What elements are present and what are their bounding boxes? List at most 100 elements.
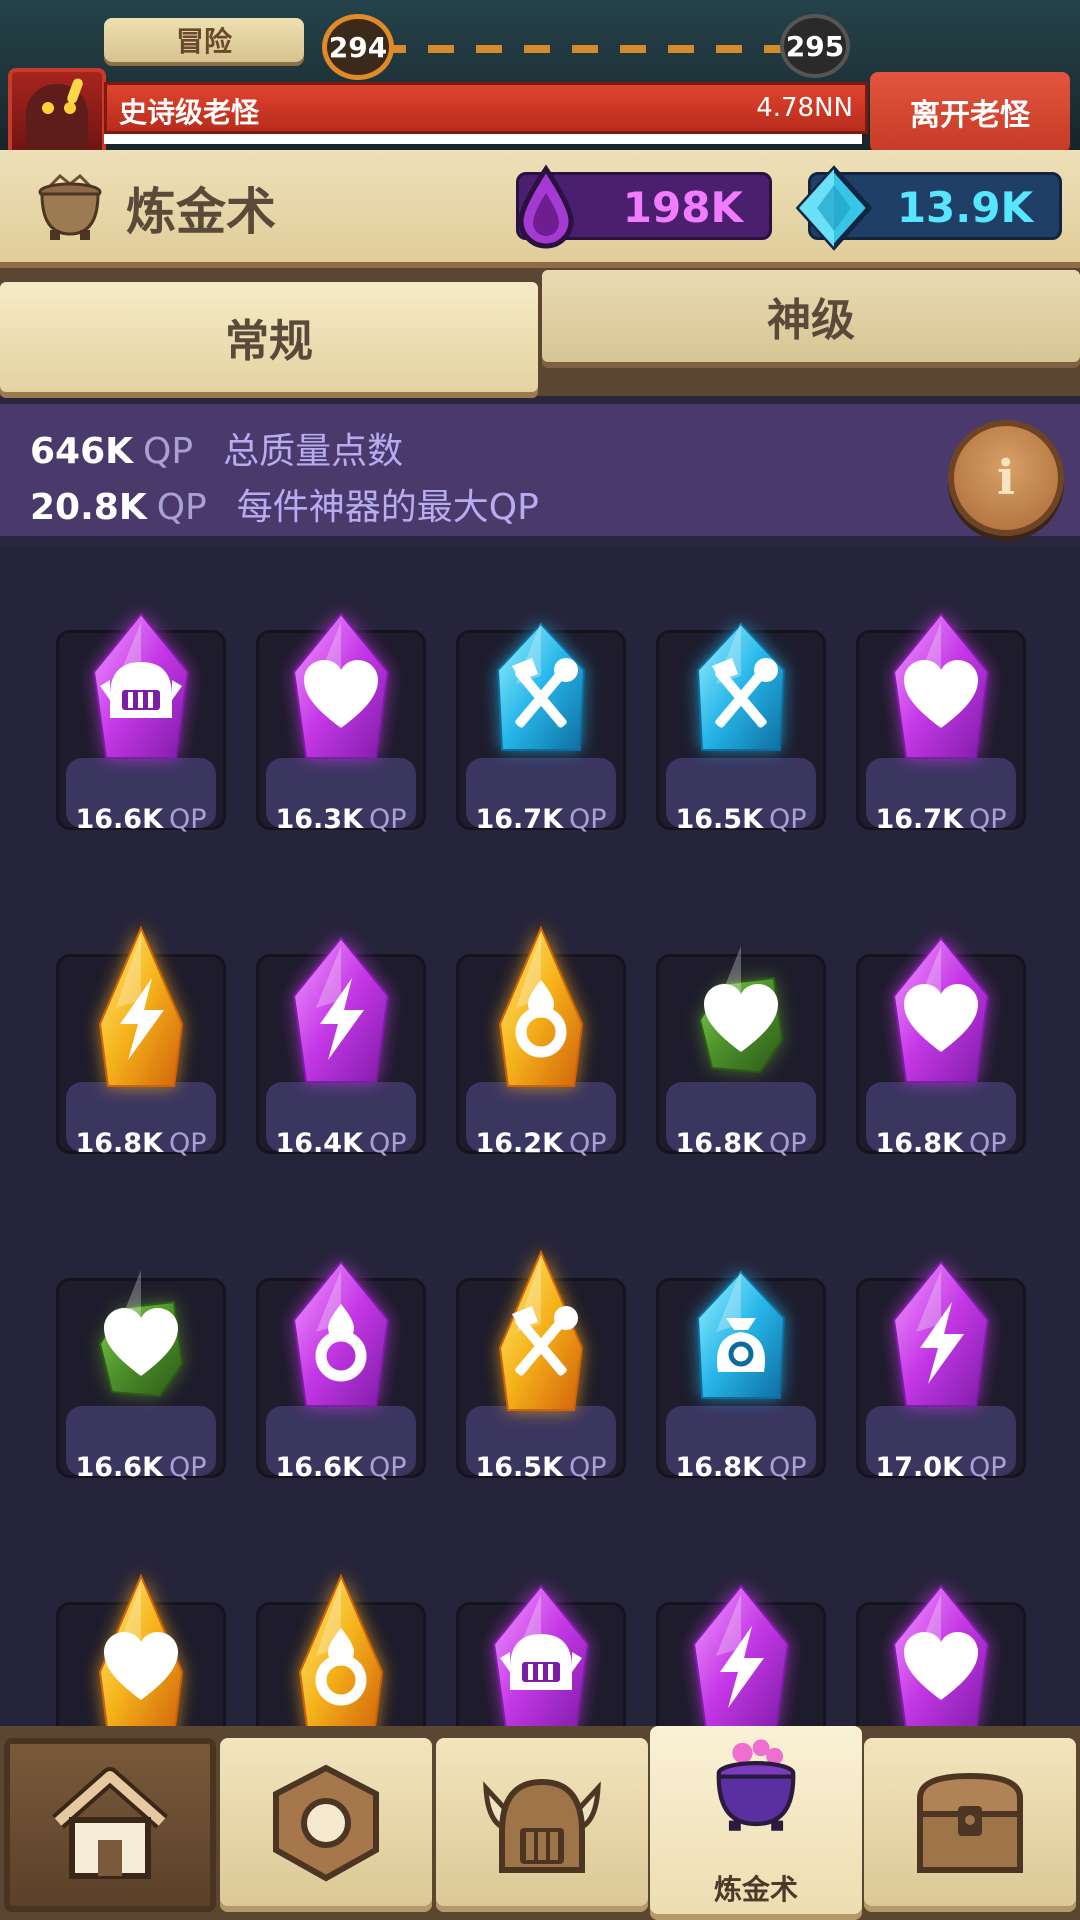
artifact-slot[interactable]: 16.7K QP xyxy=(856,600,1026,870)
artifact-qp-value: 17.0K xyxy=(875,1452,963,1483)
purple-crystal xyxy=(292,936,390,1083)
artifact-qp-unit: QP xyxy=(569,804,607,835)
info-icon: i xyxy=(996,450,1016,506)
boss-name: 史诗级老怪 xyxy=(119,96,260,129)
artifact-qp-unit: QP xyxy=(769,804,807,835)
purple-drop-icon xyxy=(518,164,574,249)
adventure-tab[interactable]: 冒险 xyxy=(104,18,304,62)
artifact-slot[interactable] xyxy=(456,1572,626,1726)
artifact-qp-unit: QP xyxy=(369,1452,407,1483)
purple-crystal xyxy=(892,612,990,759)
artifact-slot[interactable]: 16.5K QP xyxy=(456,1248,626,1518)
alchemy-header: 炼金术 198K 13.9K xyxy=(0,150,1080,268)
purple-crystal xyxy=(292,612,390,759)
gold-crystal xyxy=(298,1573,384,1726)
artifact-qp-value: 16.7K xyxy=(875,804,963,835)
artifact-qp: 16.7K QP xyxy=(456,804,626,835)
artifact-slot[interactable]: 16.8K QP xyxy=(656,1248,826,1518)
artifact-qp-unit: QP xyxy=(369,804,407,835)
artifact-qp-unit: QP xyxy=(169,1452,207,1483)
leave-boss-button[interactable]: 离开老怪 xyxy=(870,72,1070,150)
artifact-slot[interactable] xyxy=(56,1572,226,1726)
nav-heroes[interactable] xyxy=(436,1738,648,1912)
total-qp-value: 646K xyxy=(30,431,134,472)
artifact-slot[interactable]: 16.8K QP xyxy=(656,924,826,1194)
artifact-qp-unit: QP xyxy=(169,804,207,835)
stage-next: 295 xyxy=(780,14,850,78)
nav-home[interactable] xyxy=(4,1738,216,1912)
purple-essence-counter: 198K xyxy=(516,164,772,249)
artifact-qp: 16.6K QP xyxy=(256,1452,426,1483)
purple-crystal xyxy=(292,1260,390,1407)
chest-icon xyxy=(917,1772,1023,1873)
nav-alchemy[interactable]: 炼金术 xyxy=(650,1726,862,1920)
artifact-qp-unit: QP xyxy=(569,1452,607,1483)
stage-current: 294 xyxy=(322,14,394,80)
info-button[interactable]: i xyxy=(948,420,1064,536)
artifact-qp-value: 16.6K xyxy=(275,1452,363,1483)
artifact-qp-unit: QP xyxy=(369,1128,407,1159)
artifact-slot[interactable]: 16.3K QP xyxy=(256,600,426,870)
artifact-qp-value: 16.4K xyxy=(275,1128,363,1159)
purple-crystal xyxy=(692,1584,790,1726)
quality-points-summary: 646K QP 总质量点数 20.8K QP 每件神器的最大QP xyxy=(0,404,1080,536)
artifact-qp: 17.0K QP xyxy=(856,1452,1026,1483)
artifact-qp-value: 16.3K xyxy=(275,804,363,835)
artifact-qp: 16.6K QP xyxy=(56,804,226,835)
max-qp-label: 每件神器的最大QP xyxy=(236,487,539,528)
green-crystal xyxy=(98,1270,184,1398)
purple-crystal xyxy=(492,1584,590,1726)
artifact-qp-value: 16.2K xyxy=(475,1128,563,1159)
artifact-slot[interactable] xyxy=(856,1572,1026,1726)
tab-god[interactable]: 神级 xyxy=(542,270,1080,362)
purple-crystal xyxy=(892,1584,990,1726)
max-qp-value: 20.8K xyxy=(30,487,147,528)
artifact-slot[interactable]: 16.4K QP xyxy=(256,924,426,1194)
artifact-qp: 16.4K QP xyxy=(256,1128,426,1159)
boss-bar: 冒险 294 295 史诗级老怪 4.78NN 离开老怪 xyxy=(0,0,1080,150)
purple-crystal xyxy=(892,1260,990,1407)
nut-icon xyxy=(273,1764,379,1882)
nav-upgrades[interactable] xyxy=(220,1738,432,1912)
artifact-qp-unit: QP xyxy=(969,1128,1007,1159)
green-crystal xyxy=(698,946,784,1074)
diamond-counter: 13.9K xyxy=(795,165,1062,251)
artifact-slot[interactable]: 16.6K QP xyxy=(256,1248,426,1518)
artifact-slot[interactable]: 16.6K QP xyxy=(56,1248,226,1518)
artifact-slot[interactable]: 17.0K QP xyxy=(856,1248,1026,1518)
artifact-qp-unit: QP xyxy=(969,804,1007,835)
artifact-qp: 16.5K QP xyxy=(656,804,826,835)
tab-normal[interactable]: 常规 xyxy=(0,282,538,392)
artifact-qp: 16.3K QP xyxy=(256,804,426,835)
artifact-qp-value: 16.8K xyxy=(675,1128,763,1159)
artifact-qp-value: 16.5K xyxy=(675,804,763,835)
tab-bar: 常规 神级 xyxy=(0,268,1080,396)
artifact-qp-value: 16.6K xyxy=(75,804,163,835)
artifact-qp-value: 16.8K xyxy=(75,1128,163,1159)
artifact-qp-value: 16.8K xyxy=(675,1452,763,1483)
artifact-slot[interactable]: 16.5K QP xyxy=(656,600,826,870)
artifact-slot[interactable]: 16.8K QP xyxy=(56,924,226,1194)
artifact-qp-unit: QP xyxy=(169,1128,207,1159)
home-icon xyxy=(52,1767,168,1879)
page-title: 炼金术 xyxy=(126,183,276,241)
artifact-grid: 16.6K QP 16.3K QP 16.7K QP 16.5K QP 16.7K QP 16.8K… xyxy=(0,546,1080,1726)
purple-crystal xyxy=(92,612,190,759)
artifact-slot[interactable]: 16.2K QP xyxy=(456,924,626,1194)
total-qp-unit: QP xyxy=(143,431,194,472)
artifact-qp-value: 16.5K xyxy=(475,1452,563,1483)
artifact-qp: 16.8K QP xyxy=(656,1128,826,1159)
nav-chest[interactable] xyxy=(864,1738,1076,1912)
artifact-slot[interactable] xyxy=(656,1572,826,1726)
artifact-slot[interactable] xyxy=(256,1572,426,1726)
artifact-slot[interactable]: 16.8K QP xyxy=(856,924,1026,1194)
diamond-icon xyxy=(795,165,873,251)
artifact-qp-unit: QP xyxy=(569,1128,607,1159)
artifact-slot[interactable]: 16.6K QP xyxy=(56,600,226,870)
artifact-slot[interactable]: 16.7K QP xyxy=(456,600,626,870)
cauldron-icon xyxy=(38,173,102,240)
artifact-qp-value: 16.6K xyxy=(75,1452,163,1483)
boss-health-bar: 史诗级老怪 4.78NN xyxy=(104,82,868,134)
artifact-qp-value: 16.8K xyxy=(875,1128,963,1159)
viking-helmet-icon xyxy=(483,1778,601,1873)
